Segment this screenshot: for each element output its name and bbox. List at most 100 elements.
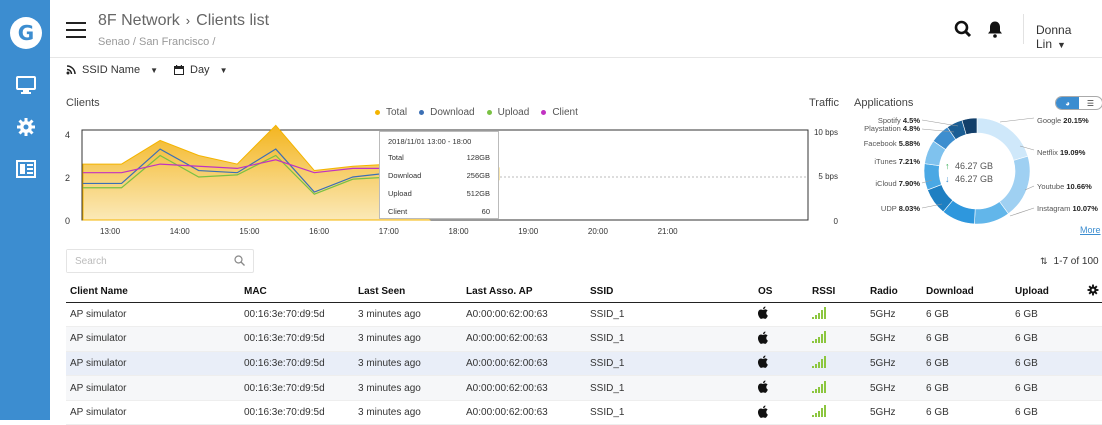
page-title: 8F Network › Clients list: [98, 12, 269, 30]
search-input[interactable]: [67, 250, 217, 272]
x-tick-label: 16:00: [309, 227, 330, 236]
download-total: 46.27 GB: [955, 174, 993, 184]
pagination: ⇅ 1-7 of 100: [1040, 256, 1099, 267]
table-header-row: Client Name MAC Last Seen Last Asso. AP …: [66, 282, 1102, 303]
cell-rssi: [808, 326, 866, 352]
breadcrumb[interactable]: Senao / San Francisco /: [98, 36, 215, 48]
signal-icon: [812, 380, 826, 393]
cell-client-name: AP simulator: [66, 351, 240, 377]
menu-icon[interactable]: [66, 22, 86, 38]
column-header[interactable]: RSSI: [808, 282, 866, 303]
x-tick-label: 15:00: [239, 227, 260, 236]
network-name[interactable]: 8F Network: [98, 12, 180, 29]
cell-last-seen: 3 minutes ago: [354, 400, 462, 425]
cell-mac: 00:16:3e:70:d9:5d: [240, 400, 354, 425]
apple-icon: [757, 331, 768, 344]
column-header[interactable]: Last Seen: [354, 282, 462, 303]
tooltip-value: 60: [481, 207, 490, 216]
cell-os: [754, 351, 808, 377]
tooltip-row: Client 60: [388, 207, 490, 216]
table-row[interactable]: AP simulator 00:16:3e:70:d9:5d 3 minutes a…: [66, 375, 1102, 401]
cell-radio: 5GHz: [866, 351, 922, 377]
cell-upload: 6 GB: [1011, 302, 1083, 328]
y-tick-label: 4: [65, 130, 70, 140]
table-row[interactable]: AP simulator 00:16:3e:70:d9:5d 3 minutes a…: [66, 351, 1102, 377]
cell-mac: 00:16:3e:70:d9:5d: [240, 375, 354, 401]
sort-icon[interactable]: ⇅: [1040, 256, 1048, 266]
cell-ssid: SSID_1: [586, 375, 754, 401]
column-header[interactable]: MAC: [240, 282, 354, 303]
chevron-down-icon: ▼: [1057, 40, 1066, 50]
column-header[interactable]: Last Asso. AP: [462, 282, 586, 303]
cell-radio: 5GHz: [866, 302, 922, 328]
breadcrumb-separator: ›: [185, 13, 191, 28]
tooltip-title: 2018/11/01 13:00 - 18:00: [388, 137, 472, 146]
cell-last-seen: 3 minutes ago: [354, 302, 462, 328]
column-header[interactable]: Radio: [866, 282, 922, 303]
period-filter[interactable]: Day ▼: [174, 64, 227, 76]
bell-icon[interactable]: [986, 20, 1004, 38]
cell-ssid: SSID_1: [586, 326, 754, 352]
apple-icon: [757, 405, 768, 418]
app-logo[interactable]: G: [10, 17, 42, 49]
search-icon[interactable]: [234, 255, 245, 266]
tooltip-key: Total: [388, 153, 404, 162]
signal-icon: [812, 405, 826, 418]
gear-icon[interactable]: [15, 116, 37, 138]
leader-line: [921, 119, 959, 127]
apple-icon: [757, 380, 768, 393]
signal-icon: [812, 355, 826, 368]
table-row[interactable]: AP simulator 00:16:3e:70:d9:5d 3 minutes a…: [66, 326, 1102, 352]
cell-client-name: AP simulator: [66, 302, 240, 328]
x-tick-label: 13:00: [100, 227, 121, 236]
more-link[interactable]: More: [1080, 225, 1101, 235]
ssid-filter[interactable]: SSID Name ▼: [66, 64, 158, 76]
logo-glyph: G: [17, 21, 35, 45]
user-name: Donna Lin: [1036, 23, 1072, 51]
cell-ssid: SSID_1: [586, 400, 754, 425]
arrow-down-icon: ↓: [945, 174, 950, 184]
x-tick-label: 20:00: [588, 227, 609, 236]
monitor-icon[interactable]: [15, 74, 37, 96]
cell-os: [754, 375, 808, 401]
column-header[interactable]: Upload: [1011, 282, 1083, 303]
search-icon[interactable]: [954, 20, 972, 38]
column-header[interactable]: OS: [754, 282, 808, 303]
cell-last-seen: 3 minutes ago: [354, 326, 462, 352]
cell-download: 6 GB: [922, 326, 1011, 352]
table-row[interactable]: AP simulator 00:16:3e:70:d9:5d 3 minutes a…: [66, 302, 1102, 328]
cell-empty: [1083, 302, 1102, 328]
cell-radio: 5GHz: [866, 400, 922, 425]
cell-client-name: AP simulator: [66, 326, 240, 352]
gear-icon: [1087, 284, 1099, 296]
table-settings[interactable]: [1083, 282, 1102, 303]
chevron-down-icon: ▼: [219, 65, 228, 75]
upload-total: 46.27 GB: [955, 161, 993, 171]
sidebar: G: [0, 0, 50, 420]
period-filter-label: Day: [190, 64, 210, 76]
column-header[interactable]: Download: [922, 282, 1011, 303]
cell-ssid: SSID_1: [586, 302, 754, 328]
cell-last-seen: 3 minutes ago: [354, 351, 462, 377]
report-icon[interactable]: [15, 158, 37, 180]
apple-icon: [757, 355, 768, 369]
x-tick-label: 17:00: [379, 227, 400, 236]
filter-bar: SSID Name ▼ Day ▼: [66, 64, 243, 76]
tooltip-value: 512GB: [466, 189, 490, 198]
tooltip-key: Upload: [388, 189, 412, 198]
column-header[interactable]: SSID: [586, 282, 754, 303]
tooltip-row: Download 256GB: [388, 171, 490, 180]
column-header[interactable]: Client Name: [66, 282, 240, 303]
x-tick-label: 14:00: [170, 227, 191, 236]
cell-upload: 6 GB: [1011, 375, 1083, 401]
header-divider: [1023, 14, 1024, 44]
chart-tooltip: 2018/11/01 13:00 - 18:00 Total 128GB Down…: [379, 131, 499, 219]
user-menu[interactable]: Donna Lin ▼: [1036, 23, 1102, 51]
table-row[interactable]: AP simulator 00:16:3e:70:d9:5d 3 minutes a…: [66, 400, 1102, 425]
donut-hole: [940, 134, 1014, 208]
cell-radio: 5GHz: [866, 375, 922, 401]
arrow-up-icon: ↑: [945, 161, 950, 171]
cell-upload: 6 GB: [1011, 400, 1083, 425]
cell-rssi: [808, 400, 866, 425]
tooltip-key: Client: [388, 207, 408, 216]
